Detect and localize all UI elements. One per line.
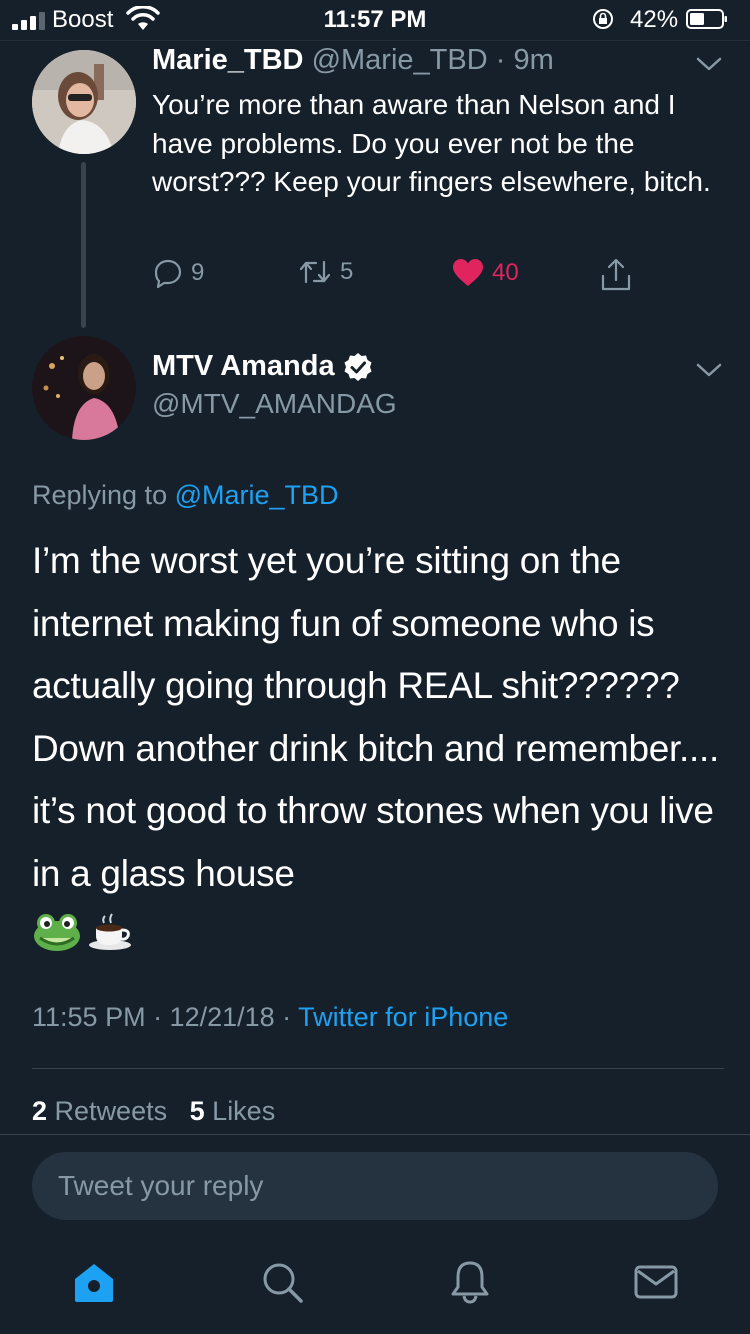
orientation-lock-icon — [593, 9, 613, 29]
tweet-text: I’m the worst yet you’re sitting on the … — [32, 540, 719, 894]
share-icon — [601, 258, 631, 291]
avatar-photo — [32, 50, 136, 154]
tweet-header: Marie_TBD @Marie_TBD · 9m — [152, 44, 554, 76]
tweet-age: 9m — [513, 44, 554, 76]
tweet-timestamp: 11:55 PM · 12/21/18 · — [32, 1002, 299, 1032]
header-divider — [0, 40, 750, 41]
tweet-text: You’re more than aware than Nelson and I… — [152, 89, 711, 197]
retweet-icon — [299, 260, 331, 284]
share-button[interactable] — [600, 258, 632, 292]
tweet-actions: 9 5 40 — [0, 258, 750, 294]
replying-to-link[interactable]: @Marie_TBD — [175, 480, 339, 510]
like-button[interactable]: 40 — [452, 258, 519, 288]
home-icon[interactable] — [70, 1258, 118, 1306]
chevron-down-icon[interactable] — [696, 362, 722, 378]
frog-emoji-icon — [34, 914, 80, 951]
user-handle[interactable]: @MTV_AMANDAG — [152, 388, 397, 420]
notifications-icon[interactable] — [446, 1258, 494, 1306]
coffee-emoji-icon — [89, 913, 131, 950]
divider — [0, 1134, 750, 1135]
avatar[interactable] — [32, 336, 136, 440]
retweet-count: 5 — [340, 258, 354, 285]
battery-icon — [686, 9, 727, 29]
status-bar: Boost 11:57 PM 42% — [0, 0, 750, 40]
tweet-source-link[interactable]: Twitter for iPhone — [298, 1002, 508, 1032]
tweet-meta: 11:55 PM · 12/21/18 · Twitter for iPhone — [32, 1002, 508, 1033]
thread-connector — [81, 162, 86, 328]
reply-count: 9 — [191, 259, 205, 286]
reply-button[interactable]: 9 — [153, 258, 204, 288]
replying-label: Replying to — [32, 480, 168, 510]
chevron-down-icon[interactable] — [696, 56, 722, 72]
search-icon[interactable] — [258, 1258, 306, 1306]
display-name[interactable]: MTV Amanda — [152, 350, 335, 383]
tweet-stats: 2 Retweets 5 Likes — [32, 1096, 275, 1127]
tweet-emojis — [32, 912, 134, 952]
messages-icon[interactable] — [632, 1258, 680, 1306]
avatar-photo — [32, 336, 136, 440]
avatar[interactable] — [32, 50, 136, 154]
reply-icon — [154, 259, 182, 288]
retweets-stat[interactable]: 2 Retweets — [32, 1096, 167, 1126]
divider — [32, 1068, 724, 1069]
battery-percent: 42% — [630, 6, 679, 33]
tweet-header: MTV Amanda — [152, 350, 373, 383]
replying-to: Replying to @Marie_TBD — [32, 480, 339, 511]
reply-bar — [32, 1152, 718, 1220]
like-count: 40 — [492, 259, 519, 286]
display-name[interactable]: Marie_TBD — [152, 44, 304, 76]
heart-icon — [453, 259, 483, 286]
likes-stat[interactable]: 5 Likes — [190, 1096, 276, 1126]
user-handle[interactable]: @Marie_TBD — [312, 44, 488, 76]
verified-badge-icon — [344, 352, 372, 381]
retweet-button[interactable]: 5 — [298, 258, 353, 286]
reply-input[interactable] — [58, 1152, 678, 1220]
